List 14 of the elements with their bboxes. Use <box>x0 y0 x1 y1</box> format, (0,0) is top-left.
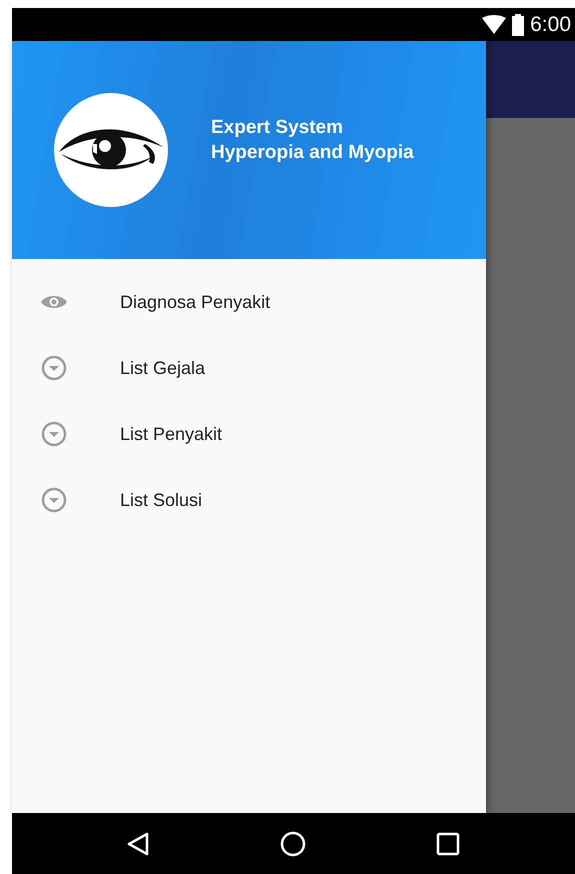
app-title: Hyperopia and Myopia <box>211 141 414 165</box>
menu-item[interactable]: List Penyakit <box>120 424 222 444</box>
status-time: 6:00 <box>530 12 571 36</box>
dropdown-icon <box>40 354 68 382</box>
menu-item[interactable]: List Gejala <box>120 358 206 378</box>
dropdown-icon <box>40 420 68 448</box>
menu-item[interactable]: Diagnosa Penyakit <box>120 292 270 312</box>
battery-icon <box>512 14 524 36</box>
home-icon[interactable] <box>279 830 308 858</box>
eye-logo-icon <box>53 92 169 208</box>
dropdown-icon <box>40 486 68 514</box>
wifi-icon <box>482 14 506 34</box>
menu-item[interactable]: List Solusi <box>120 490 202 510</box>
app-title: Expert System <box>211 116 344 140</box>
